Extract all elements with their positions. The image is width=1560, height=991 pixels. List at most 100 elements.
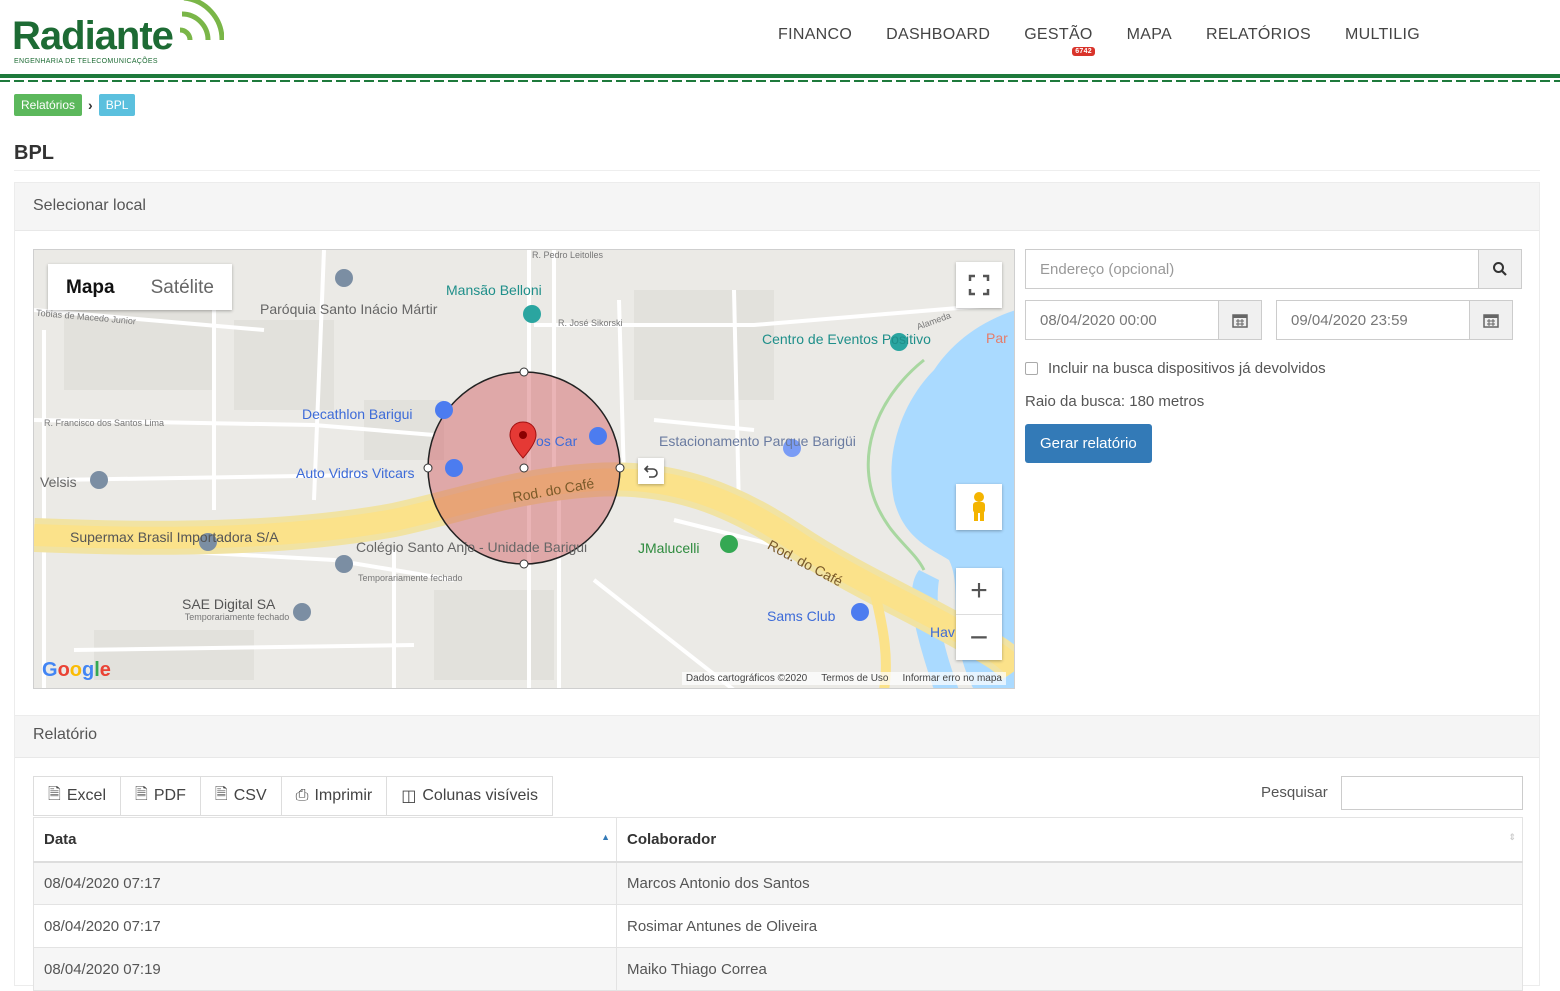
zoom-controls: + − [956,568,1002,660]
address-input[interactable]: Endereço (opcional) [1025,249,1479,289]
map-type-toggle: Mapa Satélite [48,264,232,310]
pegman-icon [973,492,985,521]
nav-relatorios[interactable]: RELATÓRIOS [1206,26,1311,44]
map-label-sae: SAE Digital SA [182,596,276,612]
map-attribution: Dados cartográficos ©2020 Termos de Uso … [681,672,1006,685]
map-label-velsis: Velsis [40,474,77,490]
nav-gestao[interactable]: GESTÃO 6742 [1024,26,1095,56]
include-returned-checkbox[interactable] [1025,362,1038,375]
export-toolbar: 🗎 Excel 🗎 PDF 🗎 CSV ⎙ Imprimir ◫ Colunas… [33,776,553,816]
file-excel-icon: 🗎 [48,785,61,803]
report-panel: Relatório 🗎 Excel 🗎 PDF 🗎 CSV ⎙ Imprimir… [14,716,1540,991]
date-end-input[interactable]: 09/04/2020 23:59 [1276,300,1470,340]
zoom-out-icon[interactable]: − [956,614,1002,660]
map-terms-link[interactable]: Termos de Uso [821,673,888,684]
file-csv-icon: 🗎 [214,785,228,803]
search-icon [1493,262,1507,276]
table-search-label: Pesquisar [1261,784,1328,801]
undo-shape-button[interactable] [638,458,664,484]
cell-data: 08/04/2020 07:19 [33,947,617,991]
table-search-input[interactable] [1341,776,1523,810]
sort-both-icon: ⇕ [1508,832,1516,842]
breadcrumb-relatorios[interactable]: Relatórios [14,94,83,116]
title-divider [14,170,1540,171]
include-returned-row: Incluir na busca dispositivos já devolvi… [1025,360,1523,377]
fullscreen-button[interactable] [956,262,1002,308]
visible-columns-button[interactable]: ◫ Colunas visíveis [386,776,553,816]
map-label-oscar: os Car [536,433,578,449]
map-canvas [34,250,1014,688]
street-pedro: R. Pedro Leitolles [532,250,604,260]
address-search-button[interactable] [1478,249,1522,289]
map-label-sams: Sams Club [767,608,836,624]
address-row: Endereço (opcional) [1025,249,1523,289]
search-radius-text: Raio da busca: 180 metros [1025,393,1205,410]
cell-data: 08/04/2020 07:17 [33,861,617,905]
export-excel-label: Excel [66,787,106,804]
visible-columns-label: Colunas visíveis [422,787,538,804]
export-excel-button[interactable]: 🗎 Excel [33,776,121,816]
cell-data: 08/04/2020 07:17 [33,904,617,948]
nav-mapa[interactable]: MAPA [1127,26,1172,44]
fullscreen-icon [968,274,990,296]
nav-multilig[interactable]: MULTILIG [1345,26,1420,44]
map-label-centro: Centro de Eventos Positivo [762,331,931,347]
generate-report-button[interactable]: Gerar relatório [1025,424,1152,463]
gestao-count-badge: 6742 [1072,47,1095,56]
radiante-logo[interactable]: Radiante ENGENHARIA DE TELECOMUNICAÇÕES [12,0,224,72]
map-label-par: Par [986,330,1008,346]
map-label-supermax: Supermax Brasil Importadora S/A [70,529,279,545]
file-pdf-icon: 🗎 [135,785,148,803]
date-start-input[interactable]: 08/04/2020 00:00 [1025,300,1219,340]
sort-ascending-icon: ▲ [601,832,610,842]
date-end-calendar-button[interactable] [1469,300,1513,340]
export-pdf-button[interactable]: 🗎 PDF [120,776,201,816]
main-nav: FINANCO DASHBOARD GESTÃO 6742 MAPA RELAT… [778,26,1420,56]
chevron-right-icon: › [88,97,93,113]
nav-dashboard[interactable]: DASHBOARD [886,26,990,44]
map-type-map-button[interactable]: Mapa [48,264,133,310]
street-view-pegman[interactable] [956,484,1002,530]
cell-colaborador: Maiko Thiago Correa [616,947,1523,991]
print-label: Imprimir [314,787,373,804]
select-location-heading: Selecionar local [15,183,1539,231]
page-title: BPL [14,142,54,164]
cell-colaborador: Rosimar Antunes de Oliveira [616,904,1523,948]
map-data-credit: Dados cartográficos ©2020 [685,673,808,684]
map-type-satellite-button[interactable]: Satélite [133,264,232,310]
export-csv-button[interactable]: 🗎 CSV [199,776,282,816]
signal-waves-icon [179,0,224,41]
printer-icon: ⎙ [295,787,309,804]
export-csv-label: CSV [233,787,267,804]
date-start-calendar-button[interactable] [1218,300,1262,340]
table-row[interactable]: 08/04/2020 07:17 Rosimar Antunes de Oliv… [33,904,1523,948]
table-row[interactable]: 08/04/2020 07:17 Marcos Antonio dos Sant… [33,861,1523,905]
street-jose-sikorski: R. José Sikorski [558,318,623,328]
column-header-data-label: Data [44,830,77,848]
map-view[interactable]: Paróquia Santo Inácio Mártir Mansão Bell… [33,249,1015,689]
date-range-row: 08/04/2020 00:00 09/04/2020 23:59 [1025,300,1523,340]
calendar-icon [1483,314,1499,328]
map-label-mansion: Mansão Belloni [446,282,542,298]
table-row[interactable]: 08/04/2020 07:19 Maiko Thiago Correa [33,947,1523,991]
column-header-colaborador[interactable]: Colaborador ⇕ [616,817,1523,863]
nav-financo[interactable]: FINANCO [778,26,852,44]
map-label-hav: Hav [930,624,955,640]
column-header-data[interactable]: Data ▲ [33,817,617,863]
undo-icon [643,465,658,478]
map-label-auto-vidros: Auto Vidros Vitcars [296,465,415,481]
map-label-parish: Paróquia Santo Inácio Mártir [260,301,438,317]
map-report-error-link[interactable]: Informar erro no mapa [903,673,1003,684]
map-label-colegio: Colégio Santo Anjo - Unidade Barigui [356,539,588,555]
breadcrumb-bpl[interactable]: BPL [98,94,136,116]
zoom-in-icon[interactable]: + [956,568,1002,614]
calendar-icon [1232,314,1248,328]
print-button[interactable]: ⎙ Imprimir [280,776,388,816]
logo-text: Radiante [12,14,174,58]
nav-gestao-label: GESTÃO [1024,26,1093,43]
logo-tagline: ENGENHARIA DE TELECOMUNICAÇÕES [14,58,158,65]
street-francisco: R. Francisco dos Santos Lima [44,418,165,428]
columns-icon: ◫ [401,788,417,805]
export-pdf-label: PDF [153,787,186,804]
top-navbar: Radiante ENGENHARIA DE TELECOMUNICAÇÕES … [0,0,1560,82]
